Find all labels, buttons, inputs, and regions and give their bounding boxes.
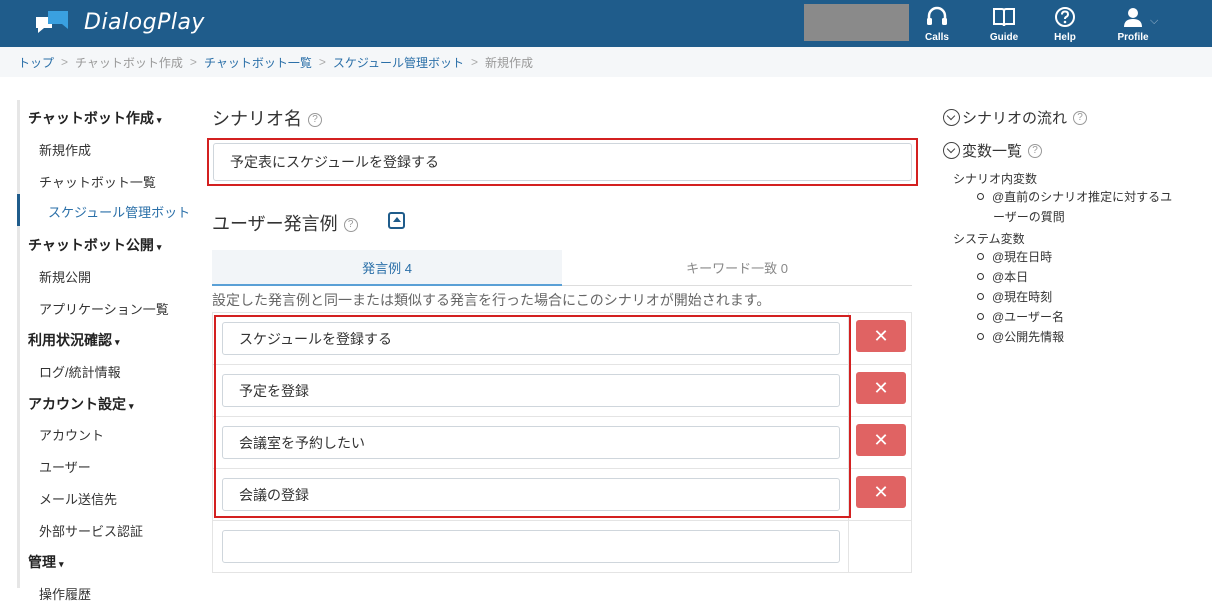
variable-item: @本日 (977, 267, 1028, 287)
delete-button[interactable]: ✕ (856, 476, 906, 508)
chevron-circle-icon (943, 142, 960, 159)
close-icon: ✕ (873, 429, 889, 451)
sidebar-group-publish[interactable]: チャットボット公開 ▾ (28, 235, 161, 255)
calls-label: Calls (925, 32, 949, 43)
sidebar-item-app-list[interactable]: アプリケーション一覧 (39, 299, 169, 318)
sidebar-item-account[interactable]: アカウント (39, 425, 104, 444)
scenario-name-input[interactable]: 予定表にスケジュールを登録する (213, 143, 912, 181)
example-input[interactable]: 会議の登録 (222, 478, 840, 511)
help-icon[interactable]: ? (343, 218, 358, 233)
help-label: Help (1054, 32, 1076, 43)
delete-button[interactable]: ✕ (856, 424, 906, 456)
redacted-area (804, 4, 909, 41)
variable-item: @直前のシナリオ推定に対するユ (977, 187, 1172, 207)
guide-label: Guide (989, 32, 1019, 43)
collapse-up-icon[interactable] (388, 212, 405, 229)
variable-item: @公開先情報 (977, 327, 1064, 347)
tab-description: 設定した発言例と同一または類似する発言を行った場合にこのシナリオが開始されます。 (212, 292, 771, 308)
chat-bubbles-icon (36, 10, 68, 33)
question-icon (1055, 7, 1075, 27)
sidebar-item-logs[interactable]: ログ/統計情報 (39, 362, 121, 381)
variable-item: @ユーザー名 (977, 307, 1064, 327)
close-icon: ✕ (873, 481, 889, 503)
tab-keyword-match[interactable]: キーワード一致 0 (562, 250, 912, 286)
breadcrumb-current: 新規作成 (485, 55, 534, 70)
variable-item-continued: ーザーの質問 (993, 210, 1065, 224)
close-icon: ✕ (873, 325, 889, 347)
breadcrumb-bot[interactable]: スケジュール管理ボット (333, 54, 464, 71)
breadcrumb-create: チャットボット作成 (75, 55, 183, 70)
sidebar-item-external-auth[interactable]: 外部サービス認証 (39, 521, 143, 540)
breadcrumb-bot-list[interactable]: チャットボット一覧 (204, 54, 312, 71)
sidebar-group-create[interactable]: チャットボット作成 ▾ (28, 108, 161, 128)
sidebar-group-admin[interactable]: 管理 ▾ (28, 552, 64, 572)
breadcrumb-top[interactable]: トップ (18, 54, 54, 71)
variables-toggle[interactable]: 変数一覧? (943, 140, 1043, 161)
help-icon[interactable]: ? (1028, 143, 1043, 158)
help-button[interactable]: Help (1037, 4, 1093, 46)
sidebar-item-new[interactable]: 新規作成 (39, 140, 91, 159)
calls-button[interactable]: Calls (909, 4, 965, 46)
example-input[interactable]: 会議室を予約したい (222, 426, 840, 459)
user-icon (1124, 8, 1142, 27)
sidebar-item-history[interactable]: 操作履歴 (39, 584, 91, 603)
close-icon: ✕ (873, 377, 889, 399)
utterance-heading: ユーザー発言例? (212, 210, 358, 236)
sidebar-group-account[interactable]: アカウント設定 ▾ (28, 394, 134, 414)
profile-label: Profile (1117, 32, 1149, 43)
help-icon[interactable]: ? (1073, 110, 1088, 125)
scenario-flow-toggle[interactable]: シナリオの流れ? (943, 107, 1088, 128)
variable-item: @現在日時 (977, 247, 1052, 267)
help-icon[interactable]: ? (308, 113, 322, 128)
chevron-down-icon[interactable]: ⌵ (1150, 14, 1158, 28)
book-icon (993, 8, 1015, 27)
app-name: DialogPlay (84, 10, 205, 35)
scenario-name-heading: シナリオ名? (212, 105, 322, 131)
headset-icon (927, 6, 947, 25)
sidebar-item-users[interactable]: ユーザー (39, 457, 91, 476)
guide-button[interactable]: Guide (976, 4, 1032, 46)
sidebar-item-new-publish[interactable]: 新規公開 (39, 267, 91, 286)
app-logo[interactable]: DialogPlay (36, 10, 205, 35)
chevron-circle-icon (943, 109, 960, 126)
sidebar-item-mail[interactable]: メール送信先 (39, 489, 117, 508)
example-input[interactable]: 予定を登録 (222, 374, 840, 407)
top-navbar: DialogPlay Calls Guide Help Profile ⌵ (0, 0, 1212, 47)
tab-utterance-examples[interactable]: 発言例 4 (212, 250, 562, 286)
variable-item: @現在時刻 (977, 287, 1052, 307)
sidebar-item-active[interactable]: スケジュール管理ボット (17, 194, 198, 226)
sidebar-item-schedule-bot[interactable]: スケジュール管理ボット (48, 202, 190, 221)
sidebar-item-bot-list[interactable]: チャットボット一覧 (39, 172, 156, 191)
system-vars-label: システム変数 (953, 232, 1025, 246)
sidebar-group-usage[interactable]: 利用状況確認 ▾ (28, 330, 120, 350)
new-example-input[interactable] (222, 530, 840, 563)
scenario-vars-label: シナリオ内変数 (953, 172, 1038, 186)
sidebar: チャットボット作成 ▾ 新規作成 チャットボット一覧 スケジュール管理ボット チャ… (17, 100, 198, 602)
delete-button[interactable]: ✕ (856, 372, 906, 404)
breadcrumb: トップ > チャットボット作成 > チャットボット一覧 > スケジュール管理ボッ… (0, 47, 1212, 77)
delete-button[interactable]: ✕ (856, 320, 906, 352)
example-input[interactable]: スケジュールを登録する (222, 322, 840, 355)
